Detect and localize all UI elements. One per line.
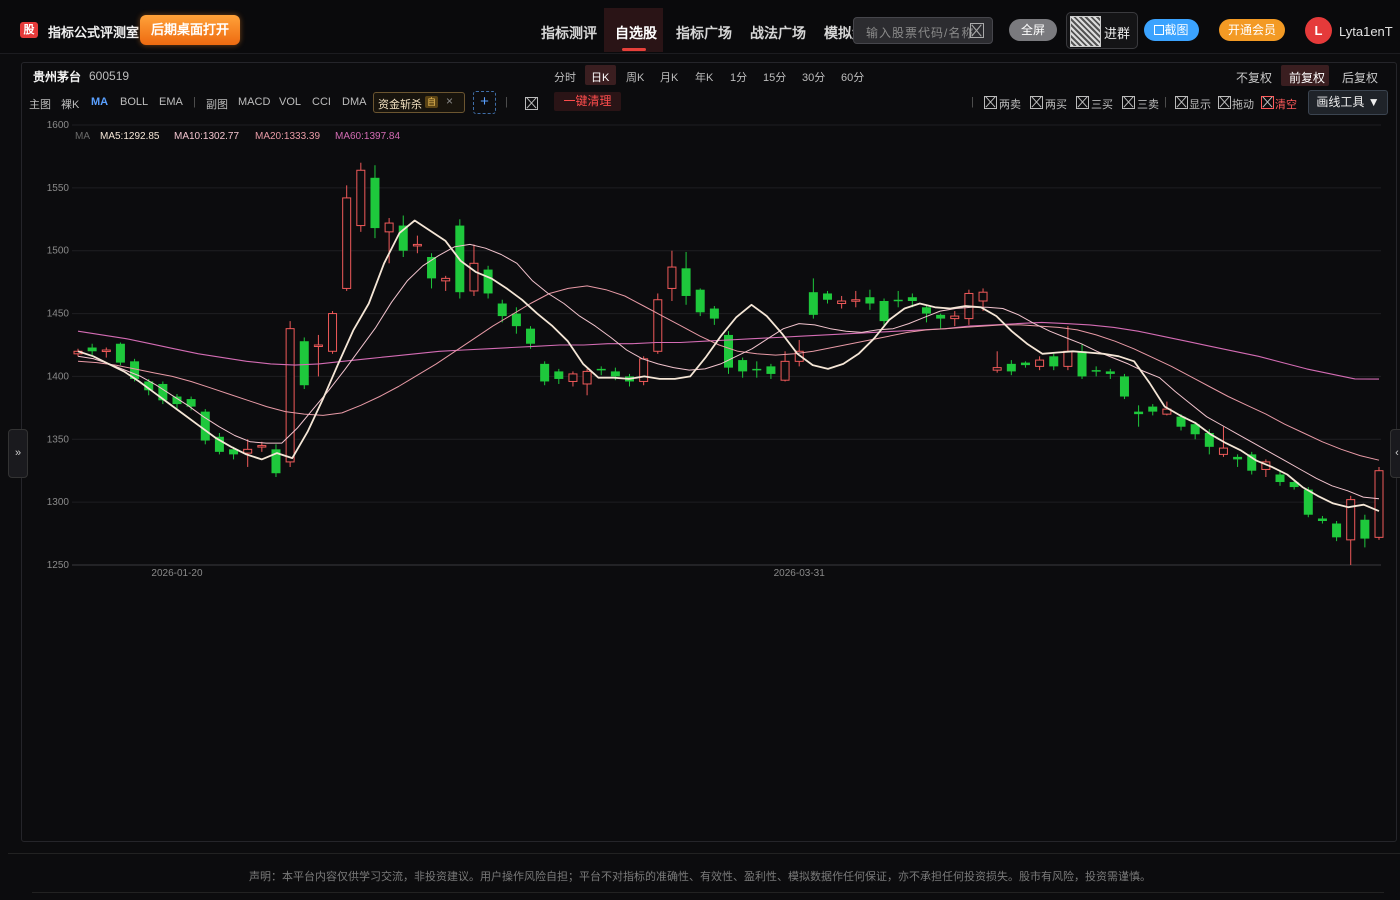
left-panel-toggle[interactable]: » — [8, 429, 28, 478]
candle-body — [257, 445, 267, 448]
ma-legend-item: MA10:1302.77 — [174, 131, 239, 142]
candle-body — [738, 360, 748, 372]
y-tick-label: 1600 — [47, 120, 70, 131]
candle-body — [1275, 474, 1285, 483]
candle-body — [313, 344, 323, 347]
ma-legend-prefix: MA — [75, 131, 90, 142]
candle-body — [1148, 406, 1158, 412]
candle-body — [822, 293, 832, 300]
candle-body — [681, 268, 691, 296]
candle-body — [1233, 456, 1243, 460]
candle-body — [639, 358, 649, 382]
candle-body — [1020, 362, 1030, 366]
candle-body — [950, 315, 960, 320]
footer-divider — [8, 853, 1400, 854]
candle-body — [342, 197, 352, 289]
candle-body — [243, 448, 253, 454]
candle-body — [582, 370, 592, 385]
candle-body — [936, 314, 946, 319]
candle-body — [1091, 370, 1101, 372]
candle-body — [907, 297, 917, 301]
candle-body — [285, 328, 295, 463]
candle-body — [384, 222, 394, 233]
candle-body — [766, 366, 776, 374]
candle-body — [653, 299, 663, 352]
candle-body — [1134, 411, 1144, 415]
candle-body — [356, 169, 366, 227]
candle-body — [540, 363, 550, 382]
candle-body — [412, 243, 422, 247]
y-tick-label: 1400 — [47, 371, 70, 382]
candle-body — [808, 292, 818, 315]
candle-body — [511, 313, 521, 327]
y-tick-label: 1500 — [47, 246, 70, 257]
candle-body — [115, 343, 125, 363]
candle-body — [1218, 447, 1228, 455]
candle-body — [992, 367, 1002, 371]
candle-body — [1049, 356, 1059, 367]
y-tick-label: 1350 — [47, 434, 70, 445]
footer-divider — [32, 892, 1384, 893]
candle-body — [610, 371, 620, 377]
y-tick-label: 1250 — [47, 560, 70, 571]
candlestick-chart[interactable]: 1600 1550 1500 1450 1400 1350 1300 1250 2026-01… — [0, 0, 1400, 900]
candle-body — [568, 373, 578, 382]
x-tick-label: 2026-01-20 — [151, 568, 203, 579]
ma-legend-item: MA20:1333.39 — [255, 131, 320, 142]
candle-body — [667, 266, 677, 289]
candle-body — [1332, 523, 1342, 538]
candle-body — [299, 341, 309, 386]
y-tick-label: 1300 — [47, 497, 70, 508]
candle-body — [865, 297, 875, 304]
candle-body — [1063, 350, 1073, 367]
candle-body — [1360, 519, 1370, 539]
y-tick-label: 1550 — [47, 183, 70, 194]
candle-body — [370, 177, 380, 229]
candle-body — [87, 347, 97, 352]
candle-body — [893, 299, 903, 302]
candle-body — [1374, 470, 1384, 538]
disclaimer-text: 声明：本平台内容仅供学习交流，非投资建议。用户操作风险自担；平台不对指标的准确性… — [249, 871, 1151, 883]
ma-legend-item: MA60:1397.84 — [335, 131, 400, 142]
right-panel-toggle[interactable]: ‹ — [1390, 429, 1400, 478]
candle-body — [1077, 351, 1087, 377]
y-tick-label: 1450 — [47, 309, 70, 320]
candle-body — [1105, 371, 1115, 374]
candle-body — [780, 360, 790, 381]
ma-legend-item: MA5:1292.85 — [100, 131, 160, 142]
candle-body — [596, 368, 606, 371]
candle-body — [1317, 518, 1327, 521]
candle-body — [101, 349, 111, 353]
candle-body — [709, 308, 719, 319]
candle-body — [1119, 376, 1129, 397]
candle-body — [554, 371, 564, 379]
candle-body — [497, 303, 507, 317]
x-tick-label: 2026-03-31 — [774, 568, 826, 579]
candle-body — [695, 289, 705, 313]
candle-body — [1035, 359, 1045, 367]
candle-body — [483, 269, 493, 294]
candle-body — [921, 307, 931, 314]
candle-body — [851, 299, 861, 302]
candle-body — [1303, 489, 1313, 515]
candle-body — [441, 277, 451, 282]
candle-body — [837, 300, 847, 305]
candle-body — [1006, 363, 1016, 372]
candle-body — [879, 301, 889, 322]
candle-body — [526, 328, 536, 344]
candle-body — [978, 291, 988, 302]
candle-body — [752, 368, 762, 371]
candle-body — [328, 313, 338, 352]
